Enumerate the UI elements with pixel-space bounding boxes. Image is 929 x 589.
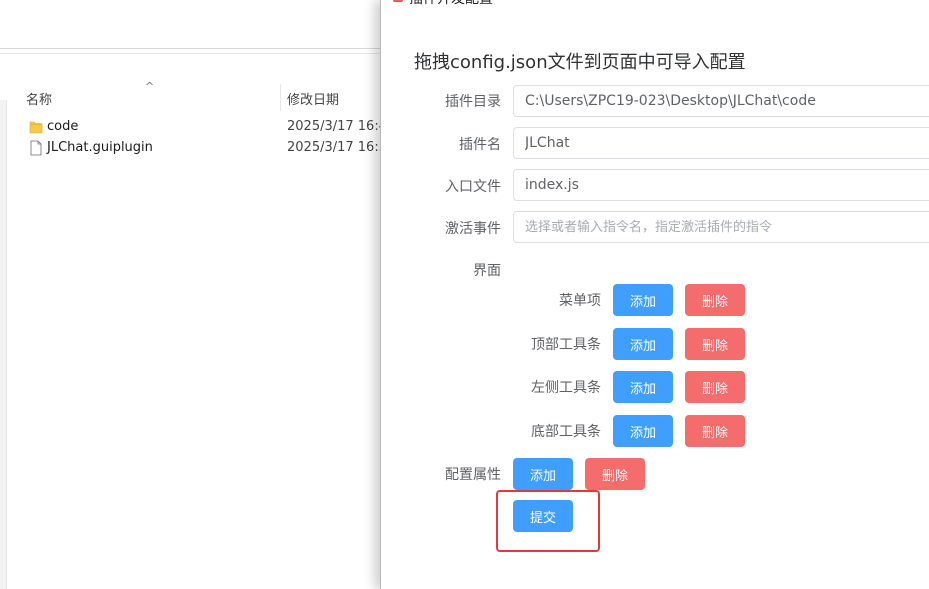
activation-event-input[interactable]: [513, 211, 929, 243]
activation-event-label: 激活事件: [445, 221, 501, 237]
ui-section-label: 界面: [473, 263, 501, 279]
menu-item-delete-button[interactable]: 删除: [685, 284, 745, 316]
config-props-delete-button[interactable]: 删除: [585, 458, 645, 490]
dialog-title: 插件开发配置: [409, 0, 493, 8]
menu-item-add-button[interactable]: 添加: [613, 284, 673, 316]
column-divider[interactable]: [280, 84, 281, 111]
plugin-name-input[interactable]: [513, 127, 929, 159]
screen: 名称 ^ 修改日期 code 2025/3/17 16:46 JLChat.gu…: [0, 0, 929, 589]
config-props-add-button[interactable]: 添加: [513, 458, 573, 490]
top-toolbar-delete-button[interactable]: 删除: [685, 328, 745, 360]
menu-item-label: 菜单项: [559, 293, 601, 309]
column-header-date[interactable]: 修改日期: [287, 89, 339, 108]
sort-ascending-icon[interactable]: ^: [145, 80, 154, 93]
left-toolbar-add-button[interactable]: 添加: [613, 371, 673, 403]
entry-file-input[interactable]: [513, 169, 929, 201]
submit-button[interactable]: 提交: [513, 500, 573, 532]
top-toolbar-label: 顶部工具条: [531, 337, 601, 353]
explorer-toolbar-area: [0, 0, 400, 48]
bottom-toolbar-add-button[interactable]: 添加: [613, 415, 673, 447]
document-icon: [30, 140, 42, 156]
file-name: code: [47, 119, 79, 134]
file-list-header: 名称 ^ 修改日期: [0, 80, 400, 112]
file-row-guiplugin[interactable]: JLChat.guiplugin 2025/3/17 16:50: [0, 138, 400, 159]
config-props-label: 配置属性: [445, 467, 501, 483]
explorer-divider: [0, 48, 400, 49]
explorer-divider: [0, 53, 400, 54]
app-icon: [393, 0, 403, 2]
dialog-titlebar[interactable]: 插件开发配置: [381, 0, 929, 8]
column-header-name[interactable]: 名称: [26, 89, 52, 108]
plugin-config-dialog: 插件开发配置 拖拽config.json文件到页面中可导入配置 插件目录 插件名…: [380, 0, 929, 589]
file-explorer-window: 名称 ^ 修改日期 code 2025/3/17 16:46 JLChat.gu…: [0, 0, 400, 589]
bottom-toolbar-label: 底部工具条: [531, 424, 601, 440]
import-hint-heading: 拖拽config.json文件到页面中可导入配置: [414, 52, 746, 73]
plugin-dir-input[interactable]: [513, 85, 929, 117]
top-toolbar-add-button[interactable]: 添加: [613, 328, 673, 360]
folder-icon: [29, 121, 43, 134]
bottom-toolbar-delete-button[interactable]: 删除: [685, 415, 745, 447]
navigation-pane-edge[interactable]: [0, 100, 7, 589]
file-name: JLChat.guiplugin: [47, 140, 153, 155]
plugin-name-label: 插件名: [459, 137, 501, 153]
file-row-code[interactable]: code 2025/3/17 16:46: [0, 117, 400, 138]
plugin-dir-label: 插件目录: [445, 94, 501, 110]
left-toolbar-label: 左侧工具条: [531, 380, 601, 396]
entry-file-label: 入口文件: [445, 179, 501, 195]
left-toolbar-delete-button[interactable]: 删除: [685, 371, 745, 403]
